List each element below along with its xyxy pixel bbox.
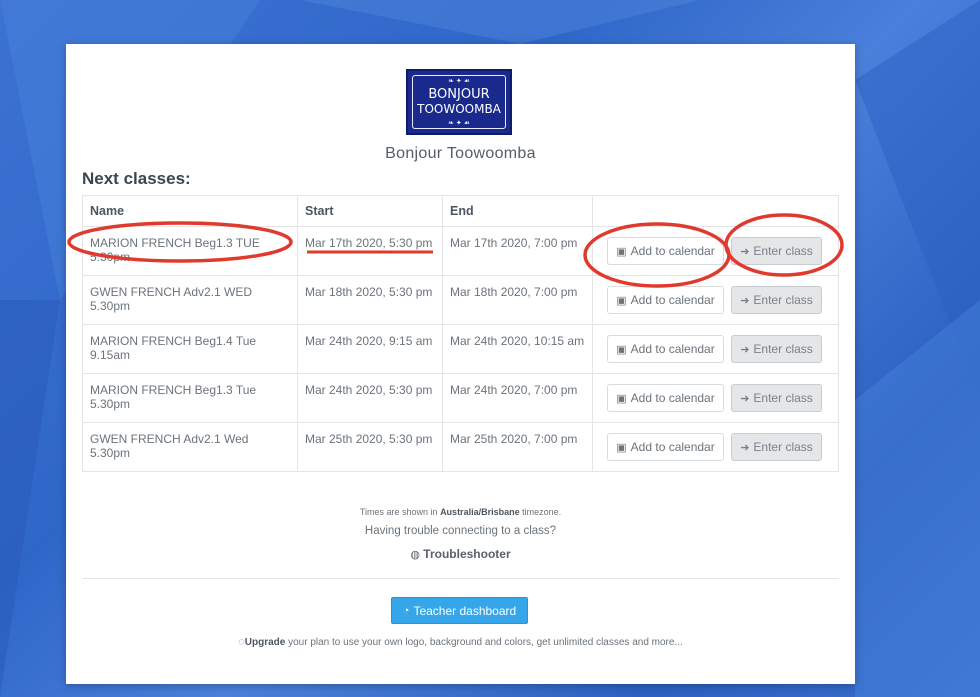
brand-logo: ❧ ✦ ☙ BONJOUR TOOWOOMBA ❧ ✦ ☙: [406, 69, 512, 135]
teacher-dashboard-button[interactable]: ◔ Teacher dashboard: [391, 597, 528, 624]
enter-class-button[interactable]: ➜ Enter class: [731, 286, 822, 314]
add-to-calendar-button[interactable]: ▣ Add to calendar: [607, 433, 724, 461]
enter-class-button[interactable]: ➜ Enter class: [731, 384, 822, 412]
class-start: Mar 25th 2020, 5:30 pm: [297, 422, 443, 472]
col-start-header: Start: [297, 195, 443, 227]
class-name: GWEN FRENCH Adv2.1 Wed 5.30pm: [82, 422, 298, 472]
class-end: Mar 17th 2020, 7:00 pm: [442, 226, 593, 276]
classes-card: ❧ ✦ ☙ BONJOUR TOOWOOMBA ❧ ✦ ☙ Bonjour To…: [66, 44, 855, 684]
class-end: Mar 25th 2020, 7:00 pm: [442, 422, 593, 472]
add-to-calendar-button[interactable]: ▣ Add to calendar: [607, 237, 724, 265]
classes-table: Name Start End MARION FRENCH Beg1.3 TUE …: [82, 195, 839, 472]
class-start: Mar 24th 2020, 9:15 am: [297, 324, 443, 374]
class-start: Mar 17th 2020, 5:30 pm: [297, 226, 443, 276]
calendar-plus-icon: ▣: [616, 343, 627, 356]
enter-class-button[interactable]: ➜ Enter class: [731, 237, 822, 265]
table-row: GWEN FRENCH Adv2.1 WED 5.30pm Mar 18th 20…: [82, 275, 839, 325]
logo-ornament-top: ❧ ✦ ☙: [448, 78, 470, 85]
calendar-plus-icon: ▣: [616, 441, 627, 454]
dashboard-icon: ◔: [402, 604, 410, 617]
class-name: MARION FRENCH Beg1.3 Tue 5.30pm: [82, 373, 298, 423]
class-start: Mar 24th 2020, 5:30 pm: [297, 373, 443, 423]
timezone-name: Australia/Brisbane: [440, 507, 520, 517]
globe-icon: ◍: [410, 549, 420, 561]
calendar-plus-icon: ▣: [616, 245, 627, 258]
trouble-text: Having trouble connecting to a class?: [364, 525, 557, 537]
logo-ornament-bottom: ❧ ✦ ☙: [448, 120, 470, 127]
class-name: MARION FRENCH Beg1.3 TUE 5.30pm: [82, 226, 298, 276]
class-end: Mar 18th 2020, 7:00 pm: [442, 275, 593, 325]
upgrade-link[interactable]: Upgrade: [245, 637, 286, 648]
calendar-plus-icon: ▣: [616, 294, 627, 307]
col-end-header: End: [442, 195, 593, 227]
class-name: MARION FRENCH Beg1.4 Tue 9.15am: [82, 324, 298, 374]
calendar-plus-icon: ▣: [616, 392, 627, 405]
class-actions: ▣ Add to calendar ➜ Enter class: [592, 373, 839, 423]
add-to-calendar-button[interactable]: ▣ Add to calendar: [607, 384, 724, 412]
sign-in-icon: ➜: [740, 245, 750, 258]
troubleshooter-link[interactable]: ◍ Troubleshooter: [66, 547, 855, 561]
add-to-calendar-button[interactable]: ▣ Add to calendar: [607, 335, 724, 363]
logo-line-1: BONJOUR: [428, 87, 490, 102]
class-actions: ▣ Add to calendar ➜ Enter class: [592, 324, 839, 374]
class-start: Mar 18th 2020, 5:30 pm: [297, 275, 443, 325]
brand-name: Bonjour Toowoomba: [385, 145, 536, 162]
col-name-header: Name: [82, 195, 298, 227]
sign-in-icon: ➜: [740, 441, 750, 454]
class-name: GWEN FRENCH Adv2.1 WED 5.30pm: [82, 275, 298, 325]
logo-line-2: TOOWOOMBA: [417, 102, 501, 116]
class-actions: ▣ Add to calendar ➜ Enter class: [592, 226, 839, 276]
class-end: Mar 24th 2020, 10:15 am: [442, 324, 593, 374]
col-actions-header: [592, 195, 839, 227]
enter-class-button[interactable]: ➜ Enter class: [731, 335, 822, 363]
table-header-row: Name Start End: [82, 195, 839, 227]
sign-in-icon: ➜: [740, 294, 750, 307]
sign-in-icon: ➜: [740, 343, 750, 356]
timezone-note: Times are shown in Australia/Brisbane ti…: [359, 507, 562, 517]
add-to-calendar-button[interactable]: ▣ Add to calendar: [607, 286, 724, 314]
next-classes-heading: Next classes:: [82, 169, 191, 188]
table-row: MARION FRENCH Beg1.3 TUE 5.30pm Mar 17th …: [82, 226, 839, 276]
enter-class-button[interactable]: ➜ Enter class: [731, 433, 822, 461]
sign-in-icon: ➜: [740, 392, 750, 405]
class-actions: ▣ Add to calendar ➜ Enter class: [592, 275, 839, 325]
table-row: MARION FRENCH Beg1.3 Tue 5.30pm Mar 24th …: [82, 373, 839, 423]
class-actions: ▣ Add to calendar ➜ Enter class: [592, 422, 839, 472]
upgrade-note: ◌Upgrade your plan to use your own logo,…: [238, 636, 683, 648]
divider: [82, 578, 839, 579]
class-end: Mar 24th 2020, 7:00 pm: [442, 373, 593, 423]
table-row: MARION FRENCH Beg1.4 Tue 9.15am Mar 24th …: [82, 324, 839, 374]
table-row: GWEN FRENCH Adv2.1 Wed 5.30pm Mar 25th 20…: [82, 422, 839, 472]
